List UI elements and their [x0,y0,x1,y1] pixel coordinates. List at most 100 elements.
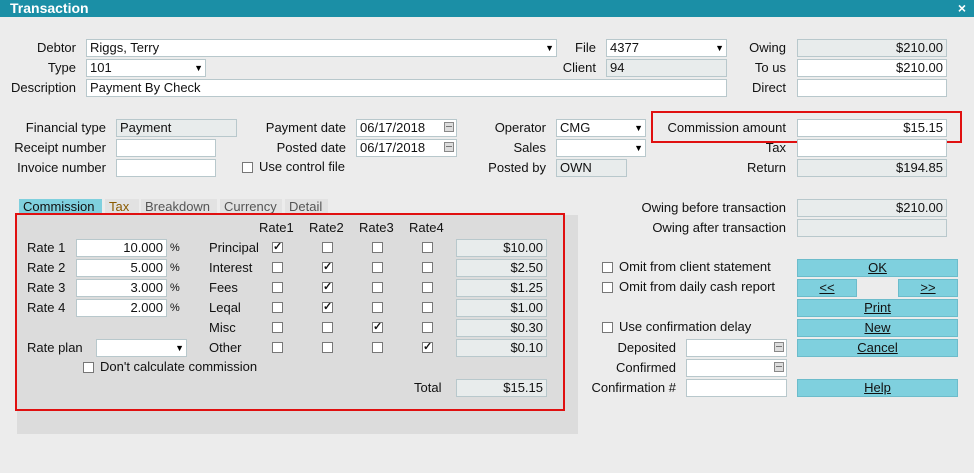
rate4-checkbox[interactable] [422,242,433,253]
rate1-input[interactable]: 10.000 [76,239,167,257]
rate4-checkbox[interactable]: ✓ [422,342,433,353]
help-button-label: Help [864,380,891,395]
tous-label: To us [754,60,786,75]
close-icon[interactable]: × [958,0,966,16]
rate-plan-select[interactable]: ▼ [96,339,187,357]
payment-date-label: Payment date [265,120,346,135]
rate4-checkbox[interactable] [422,302,433,313]
rate1-checkbox[interactable] [272,302,283,313]
operator-select[interactable]: CMG ▼ [556,119,646,137]
calendar-icon[interactable] [774,362,784,372]
payment-date-input[interactable]: 06/17/2018 [356,119,457,137]
next-button-label: >> [920,280,936,295]
print-button[interactable]: Print [797,299,958,317]
help-button[interactable]: Help [797,379,958,397]
file-select[interactable]: 4377 ▼ [606,39,727,57]
rate2-label: Rate 2 [27,260,66,275]
tous-field[interactable]: $210.00 [797,59,947,77]
rate1-checkbox[interactable] [272,322,283,333]
posted-date-input[interactable]: 06/17/2018 [356,139,457,157]
category-label: Principal [209,240,259,255]
sales-select[interactable]: ▼ [556,139,646,157]
print-button-label: Print [864,300,891,315]
category-amount: $1.25 [456,279,547,297]
owing-after-label: Owing after transaction [652,220,786,235]
receipt-number-input[interactable] [116,139,216,157]
rate1-checkbox[interactable]: ✓ [272,242,283,253]
calendar-icon[interactable] [774,342,784,352]
rate3-checkbox[interactable]: ✓ [372,322,383,333]
use-confirmation-delay-label: Use confirmation delay [619,319,752,334]
ok-button[interactable]: OK [797,259,958,277]
receipt-number-label: Receipt number [14,140,106,155]
rate3-checkbox[interactable] [372,342,383,353]
rate4-checkbox[interactable] [422,262,433,273]
chevron-down-icon: ▼ [194,63,203,73]
cancel-button[interactable]: Cancel [797,339,958,357]
category-label: Leqal [209,300,241,315]
chevron-down-icon: ▼ [715,43,724,53]
direct-field[interactable] [797,79,947,97]
sales-label: Sales [513,140,546,155]
rate3-header: Rate3 [359,220,394,235]
rate2-checkbox[interactable]: ✓ [322,282,333,293]
tax-field[interactable] [797,139,947,157]
rate2-input[interactable]: 5.000 [76,259,167,277]
calendar-icon[interactable] [444,122,454,132]
type-value: 101 [90,60,112,75]
rate2-checkbox[interactable] [322,342,333,353]
deposited-input[interactable] [686,339,787,357]
rate3-input[interactable]: 3.000 [76,279,167,297]
dont-calculate-checkbox[interactable] [83,362,94,373]
category-amount: $10.00 [456,239,547,257]
calendar-icon[interactable] [444,142,454,152]
financial-type-label: Financial type [25,120,106,135]
deposited-label: Deposited [617,340,676,355]
confirmation-number-input[interactable] [686,379,787,397]
rate2-header: Rate2 [309,220,344,235]
rate4-header: Rate4 [409,220,444,235]
previous-button[interactable]: << [797,279,857,297]
type-label: Type [47,60,76,75]
description-input[interactable]: Payment By Check [86,79,727,97]
description-label: Description [10,80,76,95]
rate2-checkbox[interactable] [322,322,333,333]
category-amount: $0.10 [456,339,547,357]
rate4-checkbox[interactable] [422,282,433,293]
file-value: 4377 [610,40,639,55]
rate3-checkbox[interactable] [372,302,383,313]
confirmed-input[interactable] [686,359,787,377]
category-label: Fees [209,280,238,295]
rate2-checkbox[interactable]: ✓ [322,262,333,273]
new-button[interactable]: New [797,319,958,337]
invoice-number-input[interactable] [116,159,216,177]
posted-by-label: Posted by [488,160,546,175]
posted-date-value: 06/17/2018 [360,140,426,155]
total-field: $15.15 [456,379,547,397]
rate4-input[interactable]: 2.000 [76,299,167,317]
rate3-checkbox[interactable] [372,242,383,253]
confirmation-number-label: Confirmation # [591,380,676,395]
rate2-checkbox[interactable]: ✓ [322,302,333,313]
owing-after-field [797,219,947,237]
omit-client-statement-checkbox[interactable] [602,262,613,273]
rate2-checkbox[interactable] [322,242,333,253]
rate3-checkbox[interactable] [372,282,383,293]
use-control-file-checkbox[interactable] [242,162,253,173]
use-confirmation-delay-checkbox[interactable] [602,322,613,333]
type-select[interactable]: 101 ▼ [86,59,206,77]
client-field: 94 [606,59,727,77]
category-amount: $2.50 [456,259,547,277]
use-control-file-label: Use control file [259,159,345,174]
next-button[interactable]: >> [898,279,958,297]
rate3-checkbox[interactable] [372,262,383,273]
omit-daily-cash-checkbox[interactable] [602,282,613,293]
rate1-checkbox[interactable] [272,282,283,293]
rate1-checkbox[interactable] [272,342,283,353]
return-label: Return [746,160,786,175]
confirmed-label: Confirmed [616,360,676,375]
rate1-checkbox[interactable] [272,262,283,273]
total-label: Total [414,380,442,395]
debtor-select[interactable]: Riggs, Terry ▼ [86,39,557,57]
rate4-checkbox[interactable] [422,322,433,333]
